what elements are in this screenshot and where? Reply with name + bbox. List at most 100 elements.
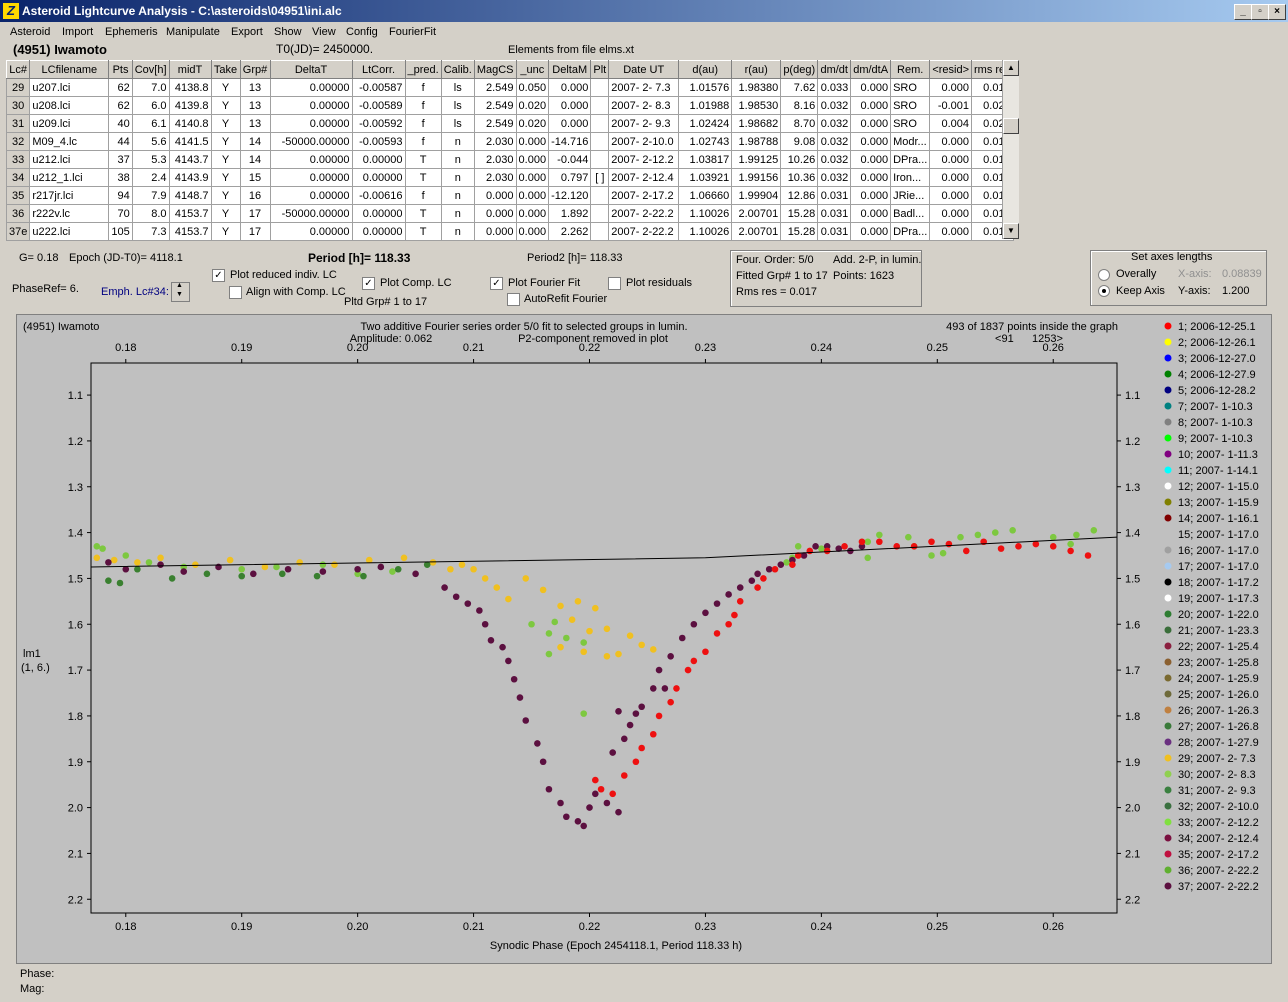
column-header[interactable]: Pts bbox=[108, 60, 133, 79]
table-cell[interactable]: Y bbox=[210, 150, 241, 169]
table-cell[interactable]: 40 bbox=[108, 114, 133, 133]
table-cell[interactable]: n bbox=[440, 204, 475, 223]
table-cell[interactable]: 5.3 bbox=[131, 150, 170, 169]
table-cell[interactable]: 0.031 bbox=[817, 222, 852, 241]
table-cell[interactable]: f bbox=[404, 114, 442, 133]
lightcurve-chart[interactable]: (4951) Iwamoto Two additive Fourier seri… bbox=[17, 315, 1271, 963]
table-cell[interactable]: 1.98682 bbox=[731, 114, 782, 133]
table-cell[interactable]: 0.000 bbox=[850, 132, 892, 151]
table-cell[interactable]: Badl... bbox=[890, 204, 931, 223]
table-cell[interactable]: 0.00000 bbox=[269, 114, 353, 133]
table-cell[interactable]: 0.000 bbox=[548, 78, 592, 97]
table-cell[interactable]: 1.01988 bbox=[678, 96, 733, 115]
table-cell[interactable]: 13 bbox=[239, 96, 271, 115]
table-cell[interactable]: 2007- 2- 7.3 bbox=[608, 78, 680, 97]
table-cell[interactable]: 1.99156 bbox=[731, 168, 782, 187]
table-cell[interactable]: 0.000 bbox=[929, 150, 973, 169]
table-cell[interactable]: 0.000 bbox=[473, 186, 517, 205]
table-cell[interactable]: 0.00000 bbox=[351, 204, 406, 223]
table-cell[interactable] bbox=[590, 114, 610, 133]
table-row[interactable]: 37e u222.lci 105 7.3 4153.7 Y 17 0.00000 0.00000… bbox=[5, 222, 1014, 241]
column-header[interactable]: Grp# bbox=[239, 60, 271, 79]
table-cell[interactable]: -0.044 bbox=[548, 150, 592, 169]
table-cell[interactable]: 1.02743 bbox=[678, 132, 733, 151]
menu-view[interactable]: View bbox=[312, 26, 336, 38]
table-cell[interactable]: 70 bbox=[108, 204, 133, 223]
column-header[interactable]: _unc bbox=[515, 60, 550, 79]
table-cell[interactable]: 0.00000 bbox=[269, 186, 353, 205]
table-cell[interactable]: ls bbox=[440, 96, 475, 115]
row-header[interactable]: 36 bbox=[5, 204, 31, 223]
table-cell[interactable]: 0.050 bbox=[515, 78, 550, 97]
column-header[interactable]: dm/dtA bbox=[850, 60, 892, 79]
table-cell[interactable]: 8.70 bbox=[780, 114, 819, 133]
table-cell[interactable]: f bbox=[404, 96, 442, 115]
column-header[interactable]: p(deg) bbox=[780, 60, 819, 79]
yaxis-value[interactable]: 1.200 bbox=[1222, 285, 1250, 297]
table-cell[interactable]: 2.549 bbox=[473, 114, 517, 133]
table-row[interactable]: 36 r222v.lc 70 8.0 4153.7 Y 17 -50000.00000 0.00… bbox=[5, 204, 1014, 223]
table-cell[interactable]: 2.4 bbox=[131, 168, 170, 187]
table-cell[interactable]: T bbox=[404, 168, 442, 187]
table-cell[interactable]: 0.033 bbox=[817, 78, 852, 97]
table-cell[interactable]: 105 bbox=[108, 222, 133, 241]
table-cell[interactable]: 1.02424 bbox=[678, 114, 733, 133]
table-cell[interactable]: ls bbox=[440, 114, 475, 133]
table-cell[interactable]: 2.00701 bbox=[731, 222, 782, 241]
table-cell[interactable]: 0.000 bbox=[515, 132, 550, 151]
autorefit-checkbox[interactable] bbox=[507, 293, 520, 306]
column-header[interactable]: dm/dt bbox=[817, 60, 852, 79]
table-cell[interactable]: u207.lci bbox=[29, 78, 110, 97]
table-cell[interactable]: 0.797 bbox=[548, 168, 592, 187]
table-cell[interactable]: 0.00000 bbox=[269, 78, 353, 97]
table-cell[interactable]: Y bbox=[210, 222, 241, 241]
menu-show[interactable]: Show bbox=[274, 26, 302, 38]
table-cell[interactable]: 10.26 bbox=[780, 150, 819, 169]
row-header[interactable]: 33 bbox=[5, 150, 31, 169]
table-cell[interactable] bbox=[590, 204, 610, 223]
table-cell[interactable]: n bbox=[440, 132, 475, 151]
table-cell[interactable]: 1.01576 bbox=[678, 78, 733, 97]
table-cell[interactable]: 2007- 2-12.4 bbox=[608, 168, 680, 187]
table-cell[interactable]: 0.00000 bbox=[269, 96, 353, 115]
table-cell[interactable]: u208.lci bbox=[29, 96, 110, 115]
plot-panel[interactable]: (4951) Iwamoto Two additive Fourier seri… bbox=[16, 314, 1272, 964]
period-label[interactable]: Period [h]= 118.33 bbox=[308, 251, 410, 265]
table-cell[interactable]: 2.00701 bbox=[731, 204, 782, 223]
table-cell[interactable]: 0.000 bbox=[515, 204, 550, 223]
table-cell[interactable]: 1.98380 bbox=[731, 78, 782, 97]
table-cell[interactable]: u212_1.lci bbox=[29, 168, 110, 187]
table-cell[interactable]: 38 bbox=[108, 168, 133, 187]
table-cell[interactable]: T bbox=[404, 150, 442, 169]
table-cell[interactable]: 2007- 2-10.0 bbox=[608, 132, 680, 151]
row-header[interactable]: 35 bbox=[5, 186, 31, 205]
table-cell[interactable]: 2007- 2-22.2 bbox=[608, 222, 680, 241]
table-cell[interactable]: f bbox=[404, 132, 442, 151]
table-cell[interactable]: 4153.7 bbox=[168, 222, 212, 241]
column-header[interactable]: Take bbox=[210, 60, 241, 79]
table-cell[interactable]: 94 bbox=[108, 186, 133, 205]
row-header[interactable]: 32 bbox=[5, 132, 31, 151]
table-cell[interactable]: 0.000 bbox=[473, 204, 517, 223]
table-cell[interactable]: -0.00589 bbox=[351, 96, 406, 115]
table-cell[interactable]: 0.000 bbox=[929, 168, 973, 187]
table-cell[interactable]: 44 bbox=[108, 132, 133, 151]
table-cell[interactable]: SRO bbox=[890, 78, 931, 97]
table-cell[interactable]: -0.00616 bbox=[351, 186, 406, 205]
table-cell[interactable]: 2007- 2- 9.3 bbox=[608, 114, 680, 133]
table-cell[interactable]: 0.000 bbox=[929, 186, 973, 205]
table-cell[interactable]: 0.000 bbox=[515, 222, 550, 241]
table-cell[interactable]: 2007- 2-17.2 bbox=[608, 186, 680, 205]
table-cell[interactable] bbox=[590, 96, 610, 115]
menu-asteroid[interactable]: Asteroid bbox=[10, 26, 50, 38]
table-cell[interactable]: -0.00593 bbox=[351, 132, 406, 151]
table-cell[interactable]: -12.120 bbox=[548, 186, 592, 205]
table-cell[interactable]: -14.716 bbox=[548, 132, 592, 151]
table-cell[interactable]: 7.9 bbox=[131, 186, 170, 205]
table-cell[interactable]: JRie... bbox=[890, 186, 931, 205]
table-cell[interactable]: Y bbox=[210, 114, 241, 133]
table-cell[interactable]: 0.000 bbox=[850, 114, 892, 133]
row-header[interactable]: 29 bbox=[5, 78, 31, 97]
table-cell[interactable]: 4143.7 bbox=[168, 150, 212, 169]
table-cell[interactable]: 17 bbox=[239, 222, 271, 241]
